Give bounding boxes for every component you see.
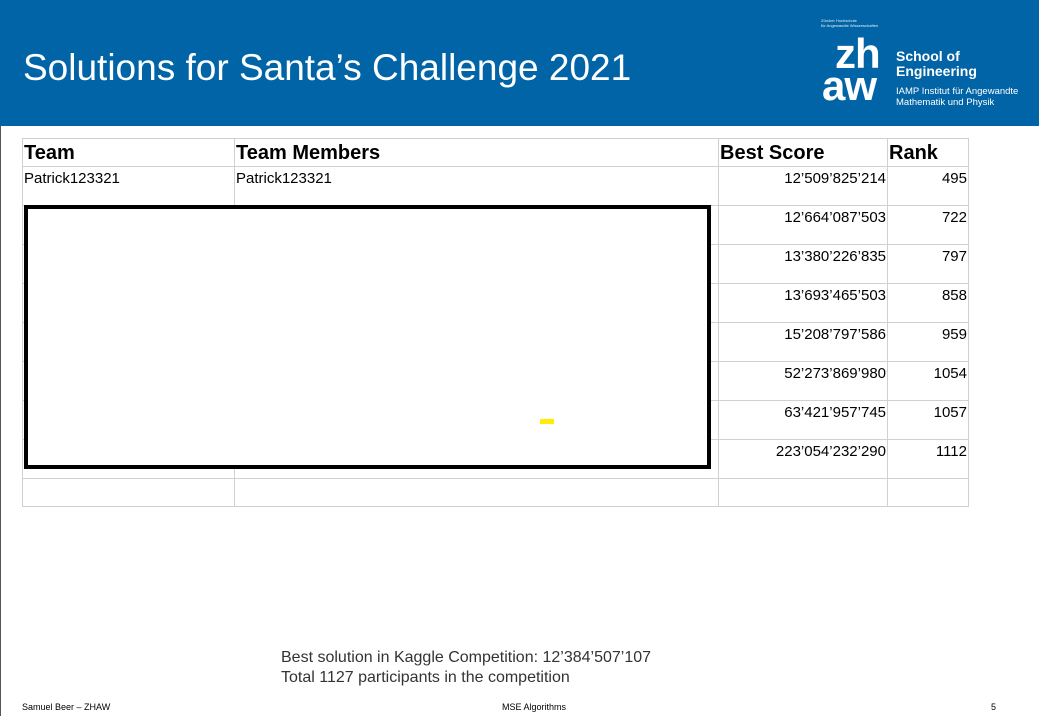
rank-cell: 1057	[888, 401, 969, 440]
score-cell: 63’421’957’745	[719, 401, 888, 440]
rank-cell: 1054	[888, 362, 969, 401]
empty-cell	[235, 479, 719, 507]
empty-cell	[719, 479, 888, 507]
column-header-best-score: Best Score	[719, 139, 888, 167]
left-edge-line	[0, 126, 1, 716]
empty-cell	[888, 479, 969, 507]
competition-notes: Best solution in Kaggle Competition: 12’…	[281, 648, 651, 688]
column-header-team: Team	[23, 139, 235, 167]
score-cell: 13’380’226’835	[719, 245, 888, 284]
slide-title: Solutions for Santa’s Challenge 2021	[23, 47, 632, 88]
rank-cell: 722	[888, 206, 969, 245]
participants-note: Total 1127 participants in the competiti…	[281, 669, 570, 686]
team-cell: Patrick123321	[23, 167, 235, 206]
table-row-empty	[23, 479, 969, 507]
redaction-box	[24, 205, 711, 469]
footer-author: Samuel Beer – ZHAW	[22, 702, 111, 712]
rank-cell: 1112	[888, 440, 969, 479]
column-header-rank: Rank	[888, 139, 969, 167]
table-row: Patrick123321 Patrick123321 12’509’825’2…	[23, 167, 969, 206]
members-cell: Patrick123321	[235, 167, 719, 206]
slide-header: Solutions for Santa’s Challenge 2021 Zür…	[0, 0, 1039, 126]
footer-course: MSE Algorithms	[502, 702, 567, 712]
logo-small-text: Zürcher Hochschule für Angewandte Wissen…	[821, 18, 879, 28]
empty-cell	[23, 479, 235, 507]
rank-cell: 858	[888, 284, 969, 323]
yellow-marker	[540, 419, 554, 424]
footer-page-number: 5	[991, 702, 997, 712]
rank-cell: 495	[888, 167, 969, 206]
zhaw-logo-aw: aw	[822, 62, 877, 109]
school-of-engineering-label: School of Engineering	[896, 48, 977, 79]
score-cell: 12’664’087’503	[719, 206, 888, 245]
best-solution-note: Best solution in Kaggle Competition: 12’…	[281, 649, 652, 666]
rank-cell: 959	[888, 323, 969, 362]
score-cell: 13’693’465’503	[719, 284, 888, 323]
column-header-team-members: Team Members	[235, 139, 719, 167]
institute-label: IAMP Institut für Angewandte Mathematik …	[896, 86, 1019, 108]
score-cell: 223’054’232’290	[719, 440, 888, 479]
table-header-row: Team Team Members Best Score Rank	[23, 139, 969, 167]
score-cell: 15’208’797’586	[719, 323, 888, 362]
rank-cell: 797	[888, 245, 969, 284]
score-cell: 52’273’869’980	[719, 362, 888, 401]
score-cell: 12’509’825’214	[719, 167, 888, 206]
